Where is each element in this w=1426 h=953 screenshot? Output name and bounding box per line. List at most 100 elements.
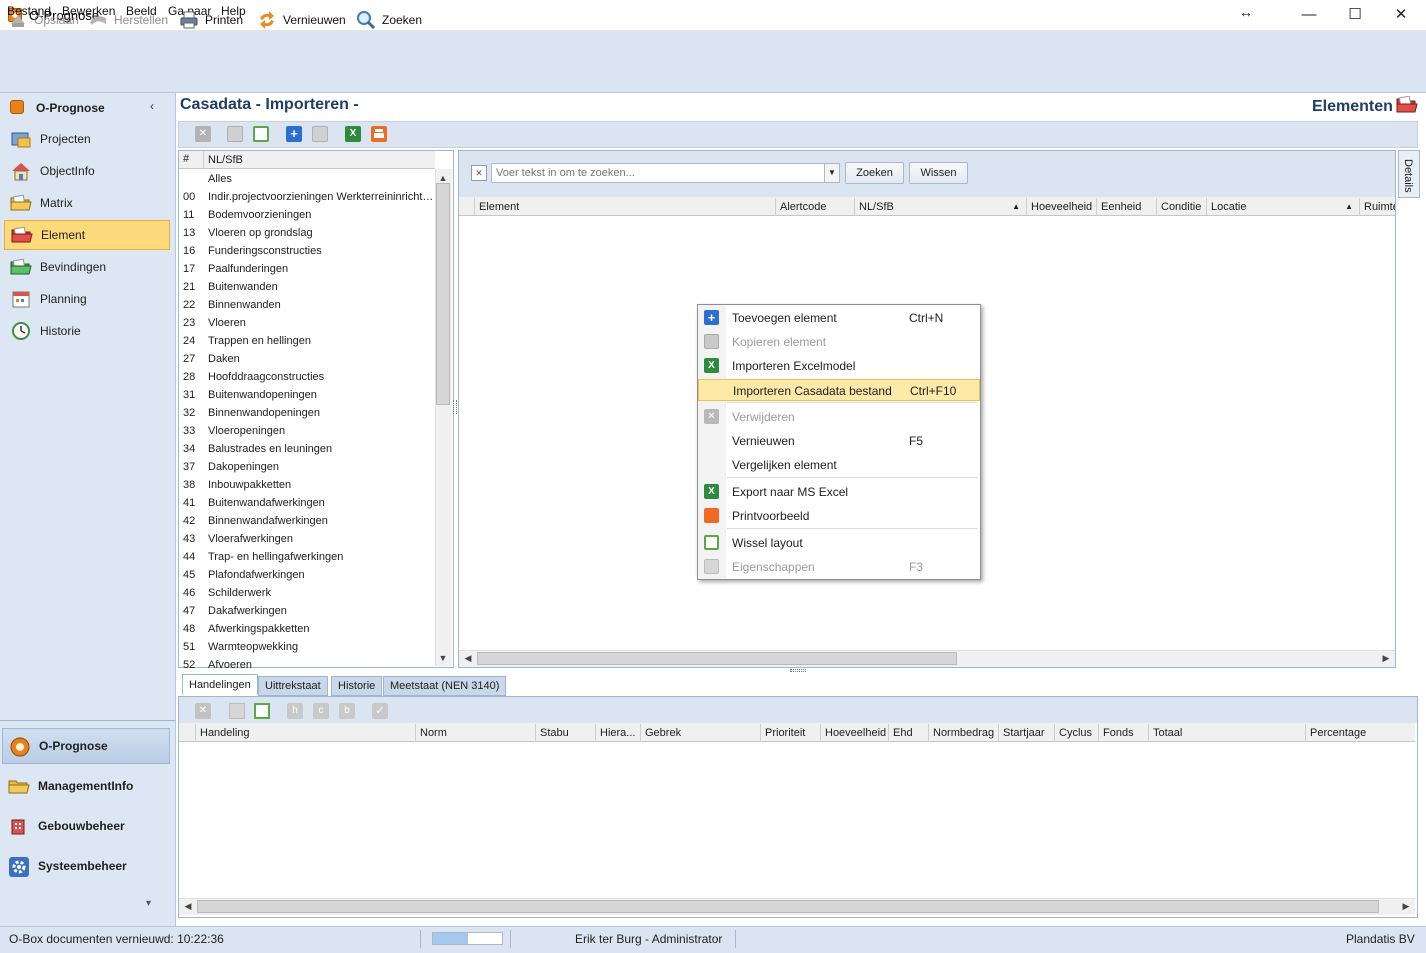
add-icon[interactable]: +: [286, 126, 302, 142]
grid-scroll-thumb[interactable]: [477, 652, 957, 665]
tree-row[interactable]: 52 Afvoeren: [179, 656, 435, 674]
tree-row[interactable]: 32 Binnenwandopeningen: [179, 404, 435, 422]
column-normbedrag[interactable]: Normbedrag: [928, 724, 998, 742]
tree-row[interactable]: 42 Binnenwandafwerkingen: [179, 512, 435, 530]
c-icon[interactable]: c: [313, 703, 329, 719]
tree-row[interactable]: 44 Trap- en hellingafwerkingen: [179, 548, 435, 566]
properties-icon[interactable]: [229, 703, 245, 719]
nav-item-projecten[interactable]: Projecten: [4, 124, 170, 154]
search-submit-button[interactable]: Zoeken: [845, 162, 904, 184]
context-menu-item-wissel-layout[interactable]: Wissel layout: [698, 532, 980, 554]
b-icon[interactable]: b: [339, 703, 355, 719]
search-button[interactable]: Zoeken: [356, 8, 422, 32]
layout-icon[interactable]: [254, 703, 270, 719]
delete-icon[interactable]: ✕: [195, 126, 211, 142]
delete-icon[interactable]: ✕: [195, 703, 211, 719]
tab-uittrekstaat[interactable]: Uittrekstaat: [258, 676, 328, 696]
column-prioriteit[interactable]: Prioriteit: [760, 724, 820, 742]
tree-row[interactable]: 37 Dakopeningen: [179, 458, 435, 476]
layout-icon[interactable]: [253, 126, 269, 142]
context-menu-item-vergelijken-element[interactable]: Vergelijken element: [698, 454, 980, 476]
tree-row[interactable]: 41 Buitenwandafwerkingen: [179, 494, 435, 512]
tree-row[interactable]: 22 Binnenwanden: [179, 296, 435, 314]
nav-item-historie[interactable]: Historie: [4, 316, 170, 346]
column-percentage[interactable]: Percentage: [1305, 724, 1415, 742]
tree-row[interactable]: 00 Indir.projectvoorzieningen Werkterrein…: [179, 188, 435, 206]
context-menu-item-export-naar-ms-excel[interactable]: X Export naar MS Excel: [698, 481, 980, 503]
column-hiera[interactable]: Hiera...: [595, 724, 640, 742]
check-icon[interactable]: ✓: [372, 703, 388, 719]
column-conditie[interactable]: Conditie: [1156, 198, 1206, 216]
context-menu-item-verwijderen[interactable]: ✕ Verwijderen: [698, 406, 980, 428]
h-icon[interactable]: h: [287, 703, 303, 719]
tree-row[interactable]: 21 Buitenwanden: [179, 278, 435, 296]
scroll-down-icon[interactable]: ▼: [436, 651, 450, 665]
restore-button[interactable]: Herstellen: [88, 8, 168, 32]
clear-search-icon[interactable]: ✕: [471, 165, 487, 181]
context-menu-item-vernieuwen[interactable]: Vernieuwen F5: [698, 430, 980, 452]
tree-row[interactable]: 27 Daken: [179, 350, 435, 368]
column-hoeveelheid[interactable]: Hoeveelheid: [1026, 198, 1096, 216]
details-tab[interactable]: Details: [1398, 150, 1420, 198]
minimize-button[interactable]: —: [1286, 0, 1332, 30]
tree-row[interactable]: 38 Inbouwpakketten: [179, 476, 435, 494]
module-gebouwbeheer[interactable]: Gebouwbeheer: [2, 808, 170, 844]
column-gebrek[interactable]: Gebrek: [640, 724, 760, 742]
print-icon[interactable]: [371, 126, 387, 142]
context-menu-item-toevoegen-element[interactable]: + Toevoegen element Ctrl+N: [698, 307, 980, 329]
column-eenheid[interactable]: Eenheid: [1096, 198, 1156, 216]
column-stabu[interactable]: Stabu: [535, 724, 595, 742]
tree-row[interactable]: 46 Schilderwerk: [179, 584, 435, 602]
nav-item-element[interactable]: Element: [4, 220, 170, 250]
close-button[interactable]: ✕: [1378, 0, 1424, 30]
search-clear-button[interactable]: Wissen: [909, 162, 968, 184]
tree-row[interactable]: 45 Plafondafwerkingen: [179, 566, 435, 584]
column-alertcode[interactable]: Alertcode: [775, 198, 854, 216]
module-managementinfo[interactable]: ManagementInfo: [2, 768, 170, 804]
context-menu-item-eigenschappen[interactable]: Eigenschappen F3: [698, 556, 980, 578]
scroll-right-icon[interactable]: ▶: [1379, 651, 1393, 665]
tab-handelingen[interactable]: Handelingen: [182, 674, 258, 695]
column-ehd[interactable]: Ehd: [888, 724, 928, 742]
column-startjaar[interactable]: Startjaar: [998, 724, 1054, 742]
nav-item-bevindingen[interactable]: Bevindingen: [4, 252, 170, 282]
tree-header-nlsfb[interactable]: NL/SfB: [203, 151, 435, 169]
maximize-button[interactable]: ☐: [1332, 0, 1378, 30]
tree-row[interactable]: 48 Afwerkingspakketten: [179, 620, 435, 638]
nav-item-planning[interactable]: Planning: [4, 284, 170, 314]
tree-row[interactable]: 34 Balustrades en leuningen: [179, 440, 435, 458]
tree-row[interactable]: 13 Vloeren op grondslag: [179, 224, 435, 242]
splitter-grip[interactable]: [453, 400, 457, 414]
tree-row[interactable]: Alles: [179, 170, 435, 188]
tree-header-hash[interactable]: #: [183, 153, 189, 165]
column-totaal[interactable]: Totaal: [1148, 724, 1305, 742]
module-systeembeheer[interactable]: Systeembeheer: [2, 848, 170, 884]
tree-row[interactable]: 43 Vloerafwerkingen: [179, 530, 435, 548]
tree-scroll-thumb[interactable]: [436, 183, 450, 405]
context-menu-item-importeren-excelmodel[interactable]: X Importeren Excelmodel: [698, 355, 980, 377]
copy-icon[interactable]: [312, 126, 328, 142]
tree-row[interactable]: 23 Vloeren: [179, 314, 435, 332]
column-nlsfb[interactable]: NL/SfB ▲: [854, 198, 1026, 216]
column-fonds[interactable]: Fonds: [1098, 724, 1148, 742]
scroll-left-icon[interactable]: ◀: [181, 899, 195, 913]
tree-row[interactable]: 17 Paalfunderingen: [179, 260, 435, 278]
column-ruimte[interactable]: Ruimte: [1359, 198, 1395, 216]
properties-icon[interactable]: [227, 126, 243, 142]
scroll-right-icon[interactable]: ▶: [1399, 899, 1413, 913]
nav-item-matrix[interactable]: Matrix: [4, 188, 170, 218]
chevron-down-icon[interactable]: ▼: [824, 163, 840, 183]
actions-scroll-thumb[interactable]: [197, 900, 1379, 913]
tab-historie[interactable]: Historie: [331, 676, 383, 696]
scroll-left-icon[interactable]: ◀: [461, 651, 475, 665]
nav-item-objectinfo[interactable]: ObjectInfo: [4, 156, 170, 186]
column-locatie[interactable]: Locatie ▲: [1206, 198, 1359, 216]
tree-row[interactable]: 31 Buitenwandopeningen: [179, 386, 435, 404]
search-input[interactable]: [491, 163, 825, 183]
splitter-grip[interactable]: [790, 669, 806, 672]
column-norm[interactable]: Norm: [415, 724, 535, 742]
tree-row[interactable]: 33 Vloeropeningen: [179, 422, 435, 440]
refresh-button[interactable]: Vernieuwen: [257, 8, 346, 32]
column-element[interactable]: Element: [474, 198, 775, 216]
context-menu-item-kopieren-element[interactable]: Kopieren element: [698, 331, 980, 353]
